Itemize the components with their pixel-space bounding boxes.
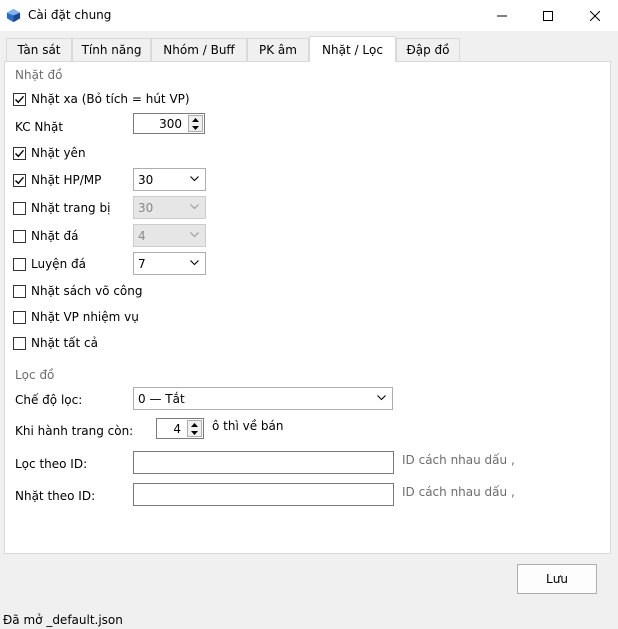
bag-slots-suffix: ô thì về bán bbox=[212, 419, 284, 433]
save-button[interactable]: Lưu bbox=[517, 564, 597, 594]
tab-label: Đập đồ bbox=[406, 43, 450, 57]
tab-panel: Nhặt đồ Nhặt xa (Bỏ tích = hút VP) KC Nh… bbox=[4, 61, 611, 554]
tab-label: Tính năng bbox=[81, 43, 142, 57]
maximize-button[interactable] bbox=[525, 0, 571, 31]
far-pickup-checkbox[interactable] bbox=[13, 93, 26, 106]
maximize-icon bbox=[543, 10, 553, 21]
checkmark-icon bbox=[15, 95, 25, 104]
filter-mode-label: Chế độ lọc: bbox=[15, 393, 83, 407]
spinner-buttons[interactable] bbox=[188, 115, 203, 132]
chevron-down-icon bbox=[190, 260, 199, 266]
pick-hpmp-value: 30 bbox=[138, 173, 154, 187]
refine-stone-value: 7 bbox=[138, 257, 146, 271]
status-text: Đã mở _default.json bbox=[3, 613, 123, 627]
pick-stone-select[interactable]: 4 bbox=[133, 224, 206, 247]
title-bar: Cài đặt chung bbox=[0, 0, 618, 31]
spin-up-icon[interactable] bbox=[188, 421, 201, 429]
spin-down-icon[interactable] bbox=[189, 124, 202, 132]
chevron-down-icon bbox=[190, 232, 199, 238]
pick-equip-label: Nhặt trang bị bbox=[31, 201, 111, 215]
chevron-down-icon bbox=[190, 204, 199, 210]
spinner-buttons[interactable] bbox=[187, 420, 202, 437]
filter-id-input[interactable] bbox=[133, 451, 394, 474]
bag-slots-value: 4 bbox=[173, 422, 181, 436]
pick-books-checkbox[interactable] bbox=[13, 285, 26, 298]
refine-stone-select[interactable]: 7 bbox=[133, 252, 206, 275]
chevron-down-icon bbox=[377, 395, 386, 401]
window-title: Cài đặt chung bbox=[28, 8, 112, 22]
tab-nhat-loc[interactable]: Nhặt / Lọc bbox=[309, 36, 396, 62]
tab-label: Nhóm / Buff bbox=[163, 43, 235, 57]
status-bar: Đã mở _default.json bbox=[0, 610, 618, 629]
checkmark-icon bbox=[15, 149, 25, 158]
minimize-icon bbox=[497, 15, 507, 16]
filter-mode-select[interactable]: 0 — Tắt bbox=[133, 387, 393, 410]
filter-mode-value: 0 — Tắt bbox=[138, 392, 185, 406]
pick-all-checkbox[interactable] bbox=[13, 337, 26, 350]
pick-stone-label: Nhặt đá bbox=[31, 229, 79, 243]
tab-label: PK âm bbox=[259, 43, 297, 57]
tab-label: Tàn sát bbox=[17, 43, 61, 57]
pickup-group-label: Nhặt đồ bbox=[15, 68, 63, 82]
minimize-button[interactable] bbox=[479, 0, 525, 31]
pick-id-input[interactable] bbox=[133, 483, 394, 506]
tab-nhom-buff[interactable]: Nhóm / Buff bbox=[151, 38, 247, 61]
pick-stone-value: 4 bbox=[138, 229, 146, 243]
refine-stone-label: Luyện đá bbox=[31, 257, 86, 271]
tab-tinh-nang[interactable]: Tính năng bbox=[72, 38, 151, 61]
pick-id-hint: ID cách nhau dấu , bbox=[402, 485, 515, 499]
spin-down-icon[interactable] bbox=[188, 429, 201, 437]
filter-id-hint: ID cách nhau dấu , bbox=[402, 453, 515, 467]
app-gem-icon bbox=[6, 8, 21, 23]
tab-label: Nhặt / Lọc bbox=[322, 42, 383, 57]
pick-gold-label: Nhặt yên bbox=[31, 146, 86, 160]
close-icon bbox=[590, 10, 600, 21]
pick-equip-value: 30 bbox=[138, 201, 154, 215]
bag-slots-label: Khi hành trang còn: bbox=[15, 424, 134, 438]
pick-equip-checkbox[interactable] bbox=[13, 202, 26, 215]
pick-all-label: Nhặt tất cả bbox=[31, 336, 98, 350]
pick-equip-select[interactable]: 30 bbox=[133, 196, 206, 219]
tab-tan-sat[interactable]: Tàn sát bbox=[6, 38, 72, 61]
spin-up-icon[interactable] bbox=[189, 116, 202, 124]
filter-group-label: Lọc đồ bbox=[15, 368, 55, 382]
distance-spinner[interactable]: 300 bbox=[133, 113, 205, 134]
pick-id-label: Nhặt theo ID: bbox=[15, 489, 96, 503]
pick-gold-checkbox[interactable] bbox=[13, 147, 26, 160]
pick-stone-checkbox[interactable] bbox=[13, 230, 26, 243]
pick-books-label: Nhặt sách võ công bbox=[31, 284, 143, 298]
pick-hpmp-label: Nhặt HP/MP bbox=[31, 173, 102, 187]
save-button-label: Lưu bbox=[546, 572, 568, 586]
pick-hpmp-checkbox[interactable] bbox=[13, 174, 26, 187]
pick-quest-checkbox[interactable] bbox=[13, 311, 26, 324]
close-button[interactable] bbox=[572, 0, 618, 31]
refine-stone-checkbox[interactable] bbox=[13, 258, 26, 271]
tab-dap-do[interactable]: Đập đồ bbox=[396, 38, 460, 61]
tab-pk-am[interactable]: PK âm bbox=[247, 38, 309, 61]
bag-slots-spinner[interactable]: 4 bbox=[156, 418, 204, 439]
distance-value: 300 bbox=[159, 117, 182, 131]
checkmark-icon bbox=[15, 176, 25, 185]
far-pickup-label: Nhặt xa (Bỏ tích = hút VP) bbox=[31, 92, 190, 106]
pick-hpmp-select[interactable]: 30 bbox=[133, 168, 206, 191]
chevron-down-icon bbox=[190, 176, 199, 182]
distance-label: KC Nhặt bbox=[15, 120, 64, 134]
filter-id-label: Lọc theo ID: bbox=[15, 457, 88, 471]
pick-quest-label: Nhặt VP nhiệm vụ bbox=[31, 310, 139, 324]
